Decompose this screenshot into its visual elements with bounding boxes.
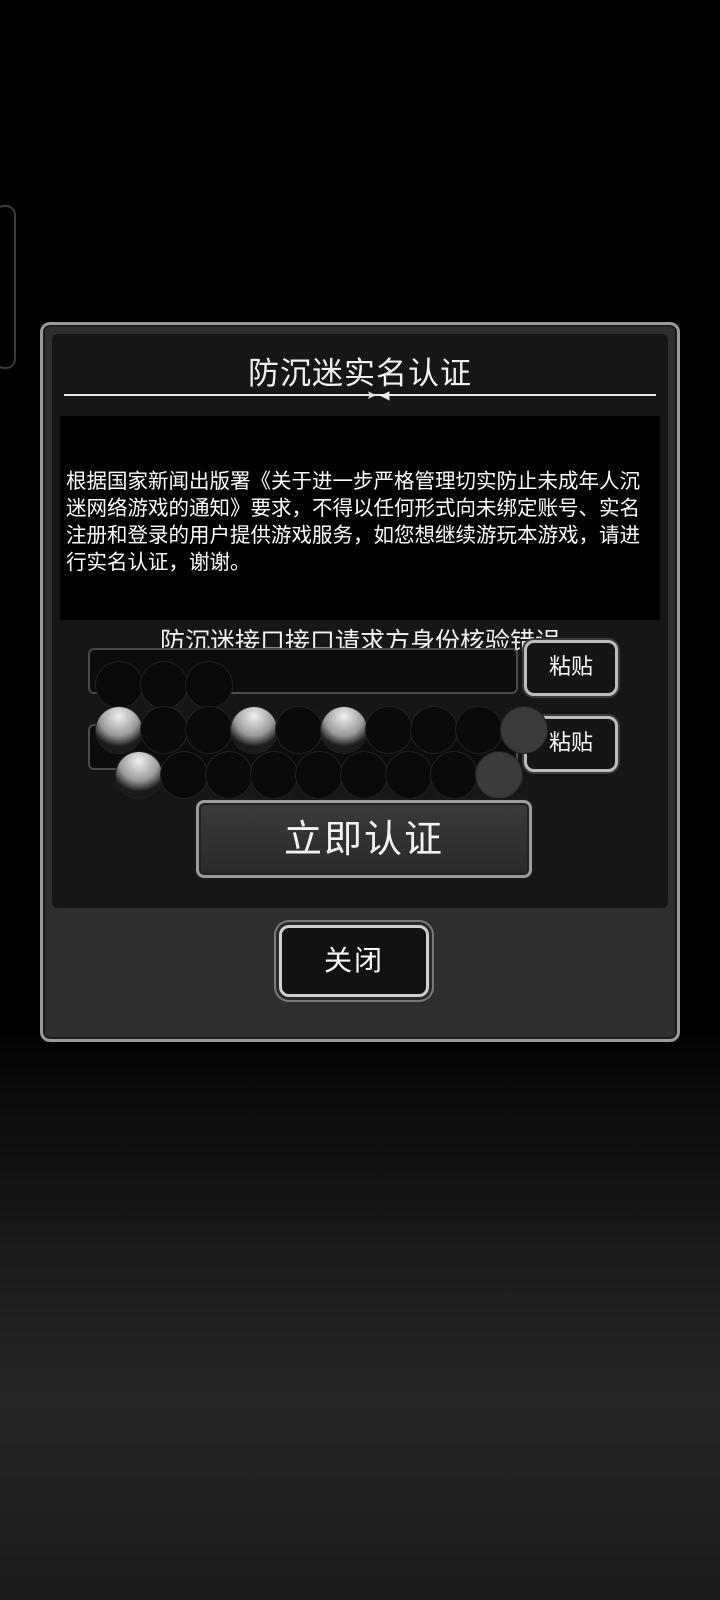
anti-addiction-dialog: 防沉迷实名认证 ➤ ◀ 根据国家新闻出版署《关于进一步严格管理切实防止未成年人沉… (40, 322, 680, 1042)
notice-text: 根据国家新闻出版署《关于进一步严格管理切实防止未成年人沉迷网络游戏的通知》要求，… (66, 469, 640, 574)
close-button[interactable]: 关闭 (279, 925, 429, 997)
paste-id-button[interactable]: 粘贴 (524, 716, 618, 772)
id-number-input[interactable] (88, 724, 518, 770)
notice-box: 根据国家新闻出版署《关于进一步严格管理切实防止未成年人沉迷网络游戏的通知》要求，… (60, 416, 660, 620)
dialog-content-panel: 防沉迷实名认证 ➤ ◀ 根据国家新闻出版署《关于进一步严格管理切实防止未成年人沉… (52, 334, 668, 908)
verify-now-button[interactable]: 立即认证 (196, 800, 532, 878)
paste-name-button[interactable]: 粘贴 (524, 640, 618, 696)
name-input[interactable] (88, 648, 518, 694)
side-drawer-handle[interactable] (0, 205, 16, 369)
divider-arrows-icon: ➤ ◀ (366, 388, 390, 402)
